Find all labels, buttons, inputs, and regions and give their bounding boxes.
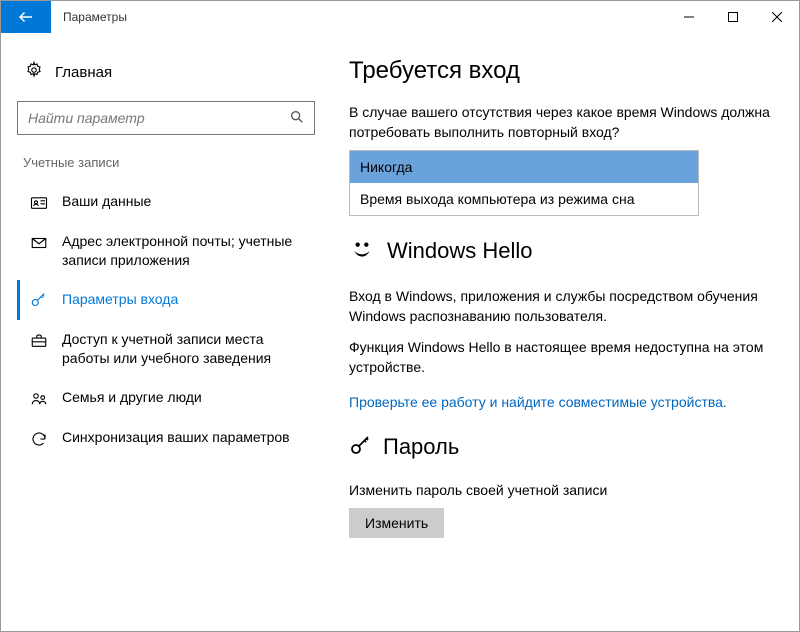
dropdown-option-never[interactable]: Никогда — [350, 151, 698, 183]
mail-icon — [30, 234, 48, 252]
dropdown-option-sleep[interactable]: Время выхода компьютера из режима сна — [350, 183, 698, 215]
sidebar-item-label: Семья и другие люди — [62, 388, 202, 407]
gear-icon — [25, 61, 43, 83]
sidebar: Главная Учетные записи Ваши данные Адрес… — [1, 33, 331, 631]
maximize-button[interactable] — [711, 1, 755, 33]
sidebar-section-title: Учетные записи — [23, 155, 315, 170]
sidebar-item-label: Параметры входа — [62, 290, 178, 309]
signin-dropdown[interactable]: Никогда Время выхода компьютера из режим… — [349, 150, 699, 216]
titlebar: Параметры — [1, 1, 799, 33]
briefcase-icon — [30, 332, 48, 350]
hello-desc-2: Функция Windows Hello в настоящее время … — [349, 338, 775, 377]
people-icon — [30, 390, 48, 408]
hello-desc-1: Вход в Windows, приложения и службы поср… — [349, 287, 775, 326]
sidebar-item-email-accounts[interactable]: Адрес электронной почты; учетные записи … — [17, 222, 315, 280]
window-title: Параметры — [51, 1, 139, 33]
id-card-icon — [30, 194, 48, 212]
sidebar-item-label: Синхронизация ваших параметров — [62, 428, 290, 447]
key-icon — [349, 434, 373, 461]
home-label: Главная — [55, 64, 112, 81]
sidebar-item-label: Доступ к учетной записи места работы или… — [62, 330, 309, 368]
close-button[interactable] — [755, 1, 799, 33]
search-icon — [289, 109, 305, 125]
sidebar-item-label: Адрес электронной почты; учетные записи … — [62, 232, 309, 270]
titlebar-spacer — [139, 1, 667, 33]
sidebar-item-signin-options[interactable]: Параметры входа — [17, 280, 315, 320]
hello-link[interactable]: Проверьте ее работу и найдите совместимы… — [349, 394, 775, 410]
change-password-button[interactable]: Изменить — [349, 508, 444, 538]
windows-hello-heading: Windows Hello — [349, 236, 775, 265]
back-button[interactable] — [1, 1, 51, 33]
sidebar-item-your-info[interactable]: Ваши данные — [17, 182, 315, 222]
sidebar-item-sync[interactable]: Синхронизация ваших параметров — [17, 418, 315, 458]
password-desc: Изменить пароль своей учетной записи — [349, 481, 775, 501]
password-heading: Пароль — [349, 434, 775, 461]
sidebar-nav: Ваши данные Адрес электронной почты; уче… — [17, 182, 315, 458]
minimize-button[interactable] — [667, 1, 711, 33]
search-input[interactable] — [17, 101, 315, 135]
sidebar-item-family[interactable]: Семья и другие люди — [17, 378, 315, 418]
signin-prompt: В случае вашего отсутствия через какое в… — [349, 103, 775, 142]
search-box — [17, 101, 315, 135]
main-panel: Требуется вход В случае вашего отсутстви… — [331, 33, 799, 631]
smile-icon — [349, 236, 375, 265]
hello-title: Windows Hello — [387, 238, 533, 264]
content: Главная Учетные записи Ваши данные Адрес… — [1, 33, 799, 631]
key-icon — [30, 292, 48, 310]
home-link[interactable]: Главная — [25, 61, 315, 83]
sidebar-item-work-access[interactable]: Доступ к учетной записи места работы или… — [17, 320, 315, 378]
sidebar-item-label: Ваши данные — [62, 192, 151, 211]
sync-icon — [30, 430, 48, 448]
password-title: Пароль — [383, 434, 459, 460]
signin-heading: Требуется вход — [349, 57, 775, 85]
